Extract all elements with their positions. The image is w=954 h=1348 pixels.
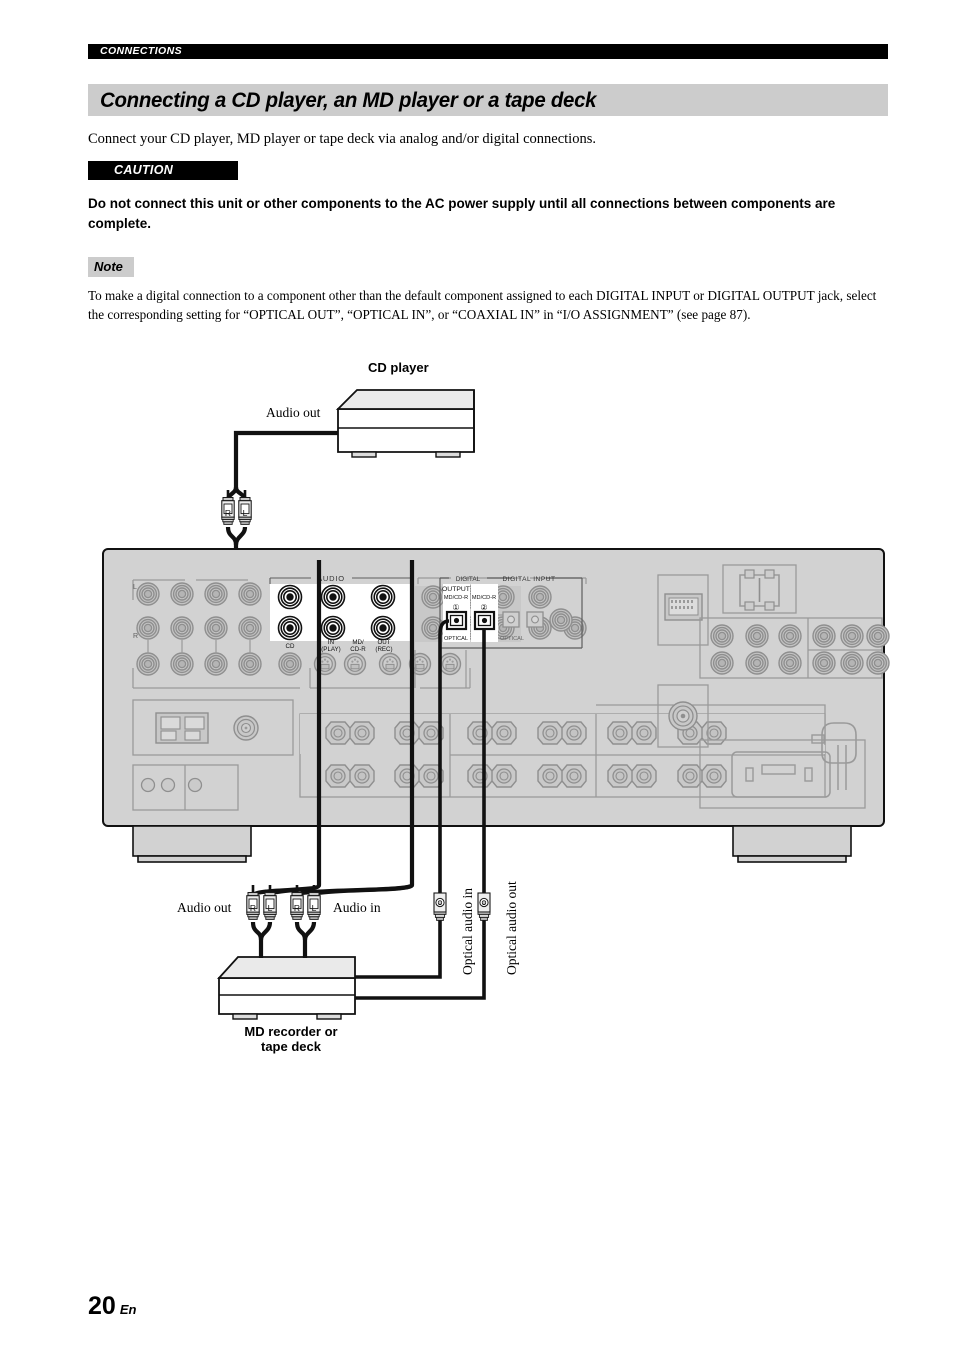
optical-audio-in-label: Optical audio in [460,888,475,975]
audio-in-label: IN [328,639,334,646]
audio-play-label: (PLAY) [321,646,340,653]
md-optical-plug-in: O [433,883,447,921]
digital-group-label: DIGITAL [456,576,481,583]
audio-md-label: MD/ [352,639,364,646]
plug-label-l: L [243,508,248,518]
audio-cd-label: CD [286,643,295,650]
plug-label-l: L [268,903,273,913]
digital-input-jack-label: MD/CD-R [472,595,496,601]
optical-plug-glyph: O [482,901,487,907]
optical-plug-glyph: O [438,901,443,907]
channel-label-r: R [133,633,138,640]
digital-output-number: ① [452,603,459,612]
md-optical-plug-out: O [477,883,491,921]
optical-output-text: OPTICAL [444,636,468,642]
audio-group-label: AUDIO [317,574,345,583]
receiver-rear-panel: L R AUDIO CD IN (PLAY) MD/ CD-R OUT (REC… [102,548,890,863]
digital-output-jack-label: MD/CD-R [444,595,468,601]
optical-input-jack [473,610,496,631]
md-recorder-title-line1: MD recorder or [244,1024,338,1039]
channel-label-l: L [133,584,137,591]
md-rca-plug-out-right: R [246,884,260,920]
plug-label-r: R [250,903,256,913]
optical-input-text: OPTICAL [500,636,524,642]
digital-input-group-label: DIGITAL INPUT [502,576,555,583]
cd-player-title: CD player [368,360,429,375]
audio-cdr-label: CD-R [350,646,366,653]
connection-diagram: R L L R AUDIO CD IN (PLAY) MD/ CD-R OUT … [102,389,890,1020]
plug-label-r: R [294,903,300,913]
audio-rec-label: (REC) [375,646,392,653]
cd-player-audio-out-label: Audio out [266,405,321,420]
md-recorder-title-line2: tape deck [261,1039,321,1054]
plug-label-l: L [312,903,317,913]
audio-out-label: OUT [377,639,390,646]
plug-label-r: R [225,508,231,518]
optical-output-jack [445,610,468,631]
md-audio-out-label: Audio out [177,900,232,915]
cd-player-device [335,389,475,458]
optical-audio-out-label: Optical audio out [504,881,519,975]
md-audio-in-label: Audio in [333,900,381,915]
digital-input-number: ② [480,603,487,612]
md-recorder-device [216,956,356,1020]
digital-output-label: OUTPUT [442,586,470,593]
